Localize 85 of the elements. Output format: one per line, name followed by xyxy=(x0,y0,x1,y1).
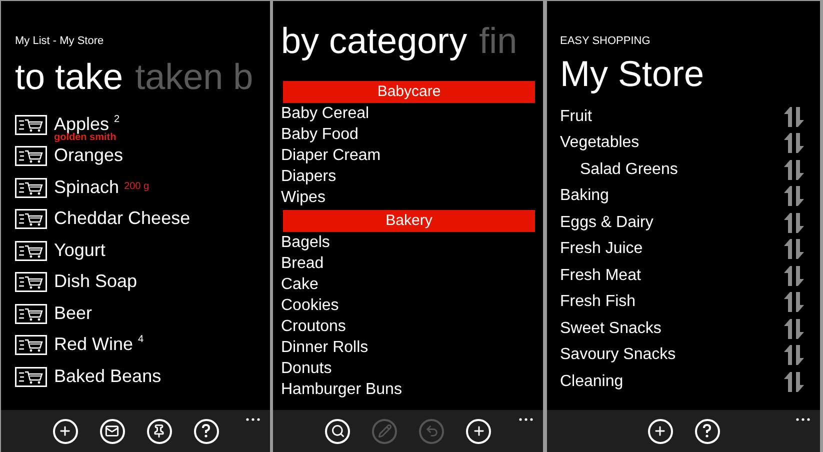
sort-icon[interactable] xyxy=(783,212,805,234)
item-quantity: 4 xyxy=(138,335,144,345)
add-button[interactable] xyxy=(648,418,672,444)
item-name[interactable]: Apples xyxy=(54,114,110,132)
sort-icon[interactable] xyxy=(783,132,805,154)
cart-icon xyxy=(15,272,47,292)
search-button[interactable] xyxy=(325,418,350,444)
product-item[interactable]: Croutons xyxy=(281,316,535,337)
more-icon[interactable] xyxy=(519,418,533,421)
product-item[interactable]: Dinner Rolls xyxy=(281,337,535,358)
category-header: Bakery xyxy=(283,210,535,232)
item-name[interactable]: Cheddar Cheese xyxy=(54,209,190,227)
item-quantity: 2 xyxy=(114,114,120,124)
add-icon xyxy=(58,424,72,438)
cart-icon xyxy=(15,366,47,386)
sort-icon[interactable] xyxy=(783,344,805,366)
sort-icon[interactable] xyxy=(783,291,805,314)
sort-icon[interactable] xyxy=(783,185,805,208)
pencil-icon xyxy=(378,424,392,438)
item-name[interactable]: Beer xyxy=(54,304,92,322)
category-header: Babycare xyxy=(283,81,535,103)
mail-icon xyxy=(105,424,119,438)
product-item[interactable]: Cake xyxy=(281,274,535,295)
search-icon xyxy=(330,424,344,438)
sort-icon[interactable] xyxy=(783,370,805,393)
pin-icon xyxy=(152,424,166,438)
sort-icon[interactable] xyxy=(783,106,805,128)
item-name[interactable]: Baked Beans xyxy=(54,366,162,384)
aisle-name[interactable]: Savoury Snacks xyxy=(560,343,676,368)
add-icon xyxy=(653,424,667,438)
item-name[interactable]: Red Wine xyxy=(54,335,134,353)
cart-icon xyxy=(15,114,47,134)
cart-icon xyxy=(15,304,47,324)
page-title: My Store xyxy=(560,56,706,92)
aisle-name[interactable]: Salad Greens xyxy=(560,158,678,182)
mail-button[interactable] xyxy=(100,418,124,444)
pivot-header[interactable]: by category xyxy=(281,23,468,59)
cart-icon xyxy=(15,240,47,260)
pin-button[interactable] xyxy=(146,418,172,444)
aisle-name[interactable]: Cleaning xyxy=(560,370,624,394)
cart-icon xyxy=(15,178,47,198)
product-item[interactable]: Baby Food xyxy=(281,124,535,145)
add-icon xyxy=(472,424,486,438)
product-item[interactable]: Donuts xyxy=(281,358,535,379)
cart-icon xyxy=(15,146,47,166)
question-icon xyxy=(702,424,712,438)
sort-icon[interactable] xyxy=(783,318,805,340)
aisle-name[interactable]: Fruit xyxy=(560,104,592,129)
product-item[interactable]: Bread xyxy=(281,253,535,274)
aisle-name[interactable]: Vegetables xyxy=(560,131,640,156)
app-title: EASY SHOPPING xyxy=(560,34,652,49)
cart-icon xyxy=(15,335,47,355)
cart-icon xyxy=(15,209,47,229)
help-button[interactable] xyxy=(194,418,218,444)
help-button[interactable] xyxy=(694,418,720,444)
item-name[interactable]: Spinach xyxy=(54,178,120,196)
product-item[interactable]: Baby Cereal xyxy=(281,103,535,124)
aisle-name[interactable]: Baking xyxy=(560,184,609,208)
item-note: golden smith xyxy=(54,132,118,142)
product-item[interactable]: Diapers xyxy=(281,166,535,187)
question-icon xyxy=(201,424,211,438)
more-icon[interactable] xyxy=(246,418,260,421)
aisle-name[interactable]: Sweet Snacks xyxy=(560,316,662,341)
aisle-name[interactable]: Eggs & Dairy xyxy=(560,210,654,235)
sort-icon[interactable] xyxy=(783,264,805,287)
app-title: My List - My Store xyxy=(15,34,105,49)
product-item[interactable]: Diaper Cream xyxy=(281,145,535,166)
product-item[interactable]: Hamburger Buns xyxy=(281,379,535,400)
add-button[interactable] xyxy=(466,418,491,444)
sort-icon[interactable] xyxy=(783,238,805,260)
product-item[interactable]: Bagels xyxy=(281,232,535,253)
more-icon[interactable] xyxy=(796,418,810,421)
aisle-name[interactable]: Fresh Meat xyxy=(560,264,641,288)
item-amount: 200 g xyxy=(124,182,150,192)
undo-icon xyxy=(424,424,438,438)
item-name[interactable]: Yogurt xyxy=(54,240,106,258)
product-item[interactable]: Cookies xyxy=(281,295,535,316)
aisle-name[interactable]: Fresh Fish xyxy=(560,290,636,314)
item-name[interactable]: Dish Soap xyxy=(54,272,138,290)
add-button[interactable] xyxy=(52,418,78,444)
product-item[interactable]: Wipes xyxy=(281,187,535,208)
item-name[interactable]: Oranges xyxy=(54,146,124,164)
pivot-header[interactable]: to take xyxy=(15,58,124,94)
sort-icon[interactable] xyxy=(783,158,805,181)
aisle-name[interactable]: Fresh Juice xyxy=(560,237,643,262)
